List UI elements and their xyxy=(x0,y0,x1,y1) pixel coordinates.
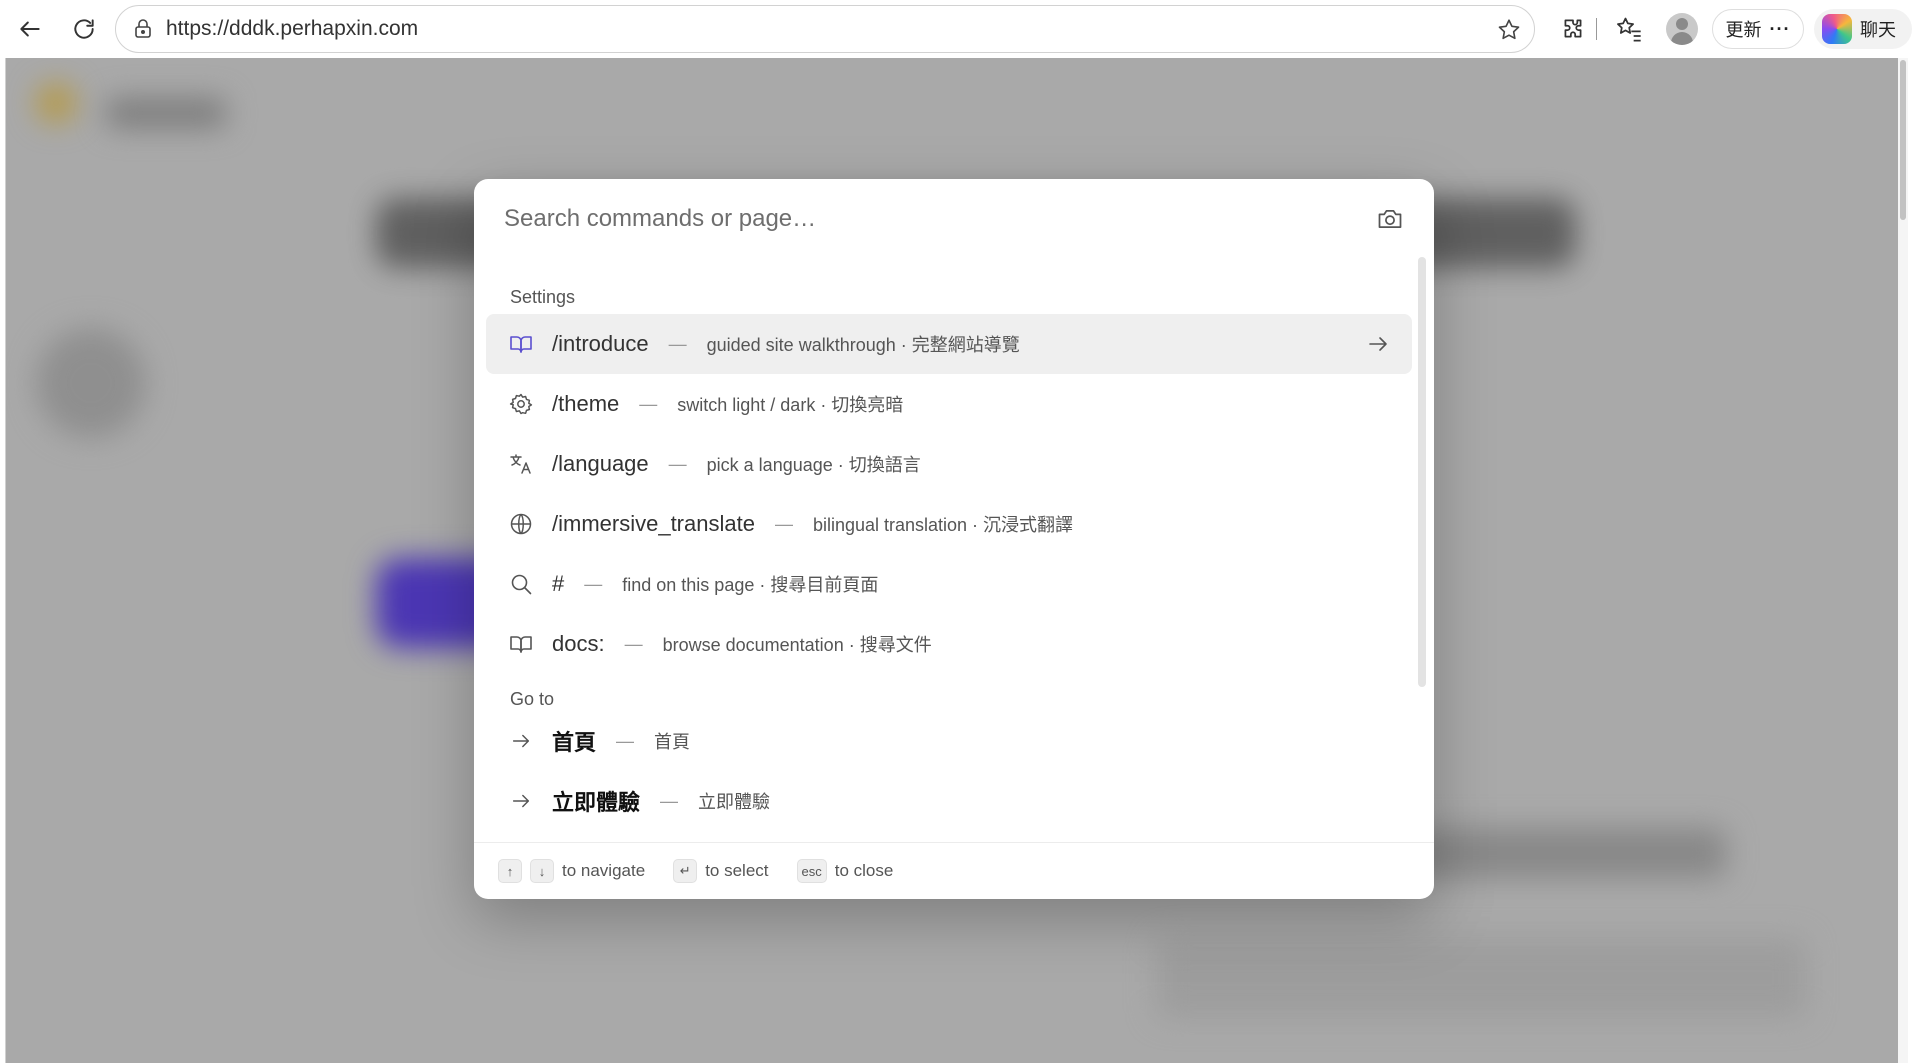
command-description: find on this page · 搜尋目前頁面 xyxy=(622,575,879,595)
reload-icon xyxy=(74,19,94,39)
chat-label: 聊天 xyxy=(1860,20,1896,40)
separator-dash: — xyxy=(668,333,687,354)
profile-avatar[interactable] xyxy=(1666,13,1698,45)
command-item-language[interactable]: /language — pick a language · 切換語言 xyxy=(486,434,1412,494)
command-description: pick a language · 切換語言 xyxy=(706,455,921,475)
enter-arrow-icon xyxy=(1366,332,1390,356)
separator-dash: — xyxy=(616,730,635,751)
book-icon xyxy=(508,331,534,357)
command-list[interactable]: Settings /introduce — guided site walkth… xyxy=(474,257,1434,822)
url-text[interactable]: https://dddk.perhapxin.com xyxy=(166,17,418,41)
arrow-right-icon xyxy=(508,728,534,754)
favorites-list-icon[interactable] xyxy=(1612,12,1646,46)
command-name: /introduce xyxy=(552,331,649,356)
goto-item-home[interactable]: 首頁 — 首頁 xyxy=(486,711,1412,771)
command-name: /theme xyxy=(552,391,620,416)
command-description: bilingual translation · 沉浸式翻譯 xyxy=(812,515,1074,535)
globe-icon xyxy=(508,511,534,537)
separator-dash: — xyxy=(660,790,679,811)
page-scrollbar-thumb[interactable] xyxy=(1900,60,1906,220)
command-description: guided site walkthrough · 完整網站導覽 xyxy=(706,335,1020,355)
command-item-find-on-page[interactable]: # — find on this page · 搜尋目前頁面 xyxy=(486,554,1412,614)
camera-icon[interactable] xyxy=(1376,205,1404,233)
close-hint: to close xyxy=(834,861,894,880)
command-item-docs[interactable]: docs: — browse documentation · 搜尋文件 xyxy=(486,614,1412,674)
command-name: /immersive_translate xyxy=(552,511,755,536)
update-button[interactable]: 更新 ··· xyxy=(1712,9,1804,49)
translate-icon xyxy=(508,451,534,477)
address-bar[interactable]: https://dddk.perhapxin.com xyxy=(115,5,1535,53)
copilot-icon xyxy=(1822,14,1852,44)
blurred-footer-block xyxy=(1156,938,1806,1018)
command-description: 首頁 xyxy=(654,732,691,752)
copilot-chat-button[interactable]: 聊天 xyxy=(1814,9,1912,49)
group-label-go-to: Go to xyxy=(510,689,555,709)
command-item-theme[interactable]: /theme — switch light / dark · 切換亮暗 xyxy=(486,374,1412,434)
toolbar-divider xyxy=(1596,18,1597,40)
separator-dash: — xyxy=(639,393,658,414)
favorite-star-icon[interactable] xyxy=(1496,17,1522,43)
command-palette: Settings /introduce — guided site walkth… xyxy=(474,179,1434,899)
separator-dash: — xyxy=(774,513,793,534)
esc-key: esc xyxy=(796,859,827,883)
back-button[interactable] xyxy=(12,11,48,47)
command-name: # xyxy=(552,571,565,596)
page-scrollbar[interactable] xyxy=(1898,58,1908,1063)
gear-icon xyxy=(508,391,534,417)
reload-button[interactable] xyxy=(66,11,102,47)
book-icon xyxy=(508,631,534,657)
arrow-right-icon xyxy=(508,788,534,814)
select-hint: to select xyxy=(705,861,769,880)
blurred-site-name xyxy=(106,98,226,128)
update-label: 更新 xyxy=(1725,20,1762,40)
extensions-icon[interactable] xyxy=(1556,12,1590,46)
browser-toolbar: https://dddk.perhapxin.com 更新 ··· 聊天 xyxy=(0,0,1918,58)
command-description: switch light / dark · 切換亮暗 xyxy=(677,395,904,415)
group-label-settings: Settings xyxy=(510,287,576,307)
command-search-input[interactable] xyxy=(504,201,1324,237)
blurred-sidebar-shape xyxy=(36,328,146,438)
command-name: /language xyxy=(552,451,649,476)
palette-scrollbar[interactable] xyxy=(1418,257,1426,687)
separator-dash: — xyxy=(624,633,643,654)
separator-dash: — xyxy=(584,573,603,594)
enter-key: ↵ xyxy=(673,859,698,883)
down-key: ↓ xyxy=(530,859,554,883)
search-icon xyxy=(508,571,534,597)
command-name: 立即體驗 xyxy=(552,790,641,815)
blurred-card xyxy=(1406,828,1726,878)
blurred-logo xyxy=(36,83,76,123)
command-item-immersive-translate[interactable]: /immersive_translate — bilingual transla… xyxy=(486,494,1412,554)
command-name: docs: xyxy=(552,631,605,656)
command-description: 立即體驗 xyxy=(698,792,771,812)
back-arrow-icon xyxy=(20,21,40,37)
up-key: ↑ xyxy=(498,859,522,883)
palette-footer: ↑ ↓ to navigate ↵ to select esc to close xyxy=(474,842,1434,899)
command-item-introduce[interactable]: /introduce — guided site walkthrough · 完… xyxy=(486,314,1412,374)
lock-icon[interactable] xyxy=(132,18,154,40)
command-description: browse documentation · 搜尋文件 xyxy=(662,635,932,655)
more-dots-icon: ··· xyxy=(1769,18,1791,39)
palette-search-row xyxy=(474,179,1434,257)
command-name: 首頁 xyxy=(552,730,597,755)
goto-item-try-now[interactable]: 立即體驗 — 立即體驗 xyxy=(486,771,1412,822)
separator-dash: — xyxy=(668,453,687,474)
navigate-hint: to navigate xyxy=(562,861,646,880)
